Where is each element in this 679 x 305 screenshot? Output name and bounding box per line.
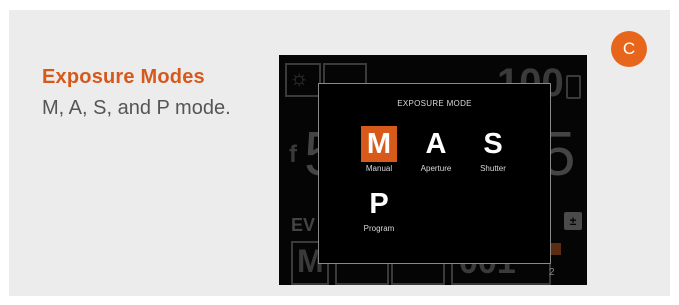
hud-ev-label: EV [291,215,316,235]
mode-letter: S [483,128,503,160]
mode-letter: P [369,188,389,220]
mode-option-aperture[interactable]: A Aperture [407,126,465,173]
info-card: C Exposure Modes M, A, S, and P mode. ☼ … [9,10,670,296]
camera-screen: ☼ 100 f 5 5 0 ± EV M 001 2 EXPOSURE MODE… [279,55,587,285]
hud-aperture-prefix: f [289,141,297,168]
mode-option-manual[interactable]: M Manual [350,126,408,173]
step-badge: C [611,31,647,67]
mode-option-program[interactable]: P Program [350,186,408,233]
section-subtitle: M, A, S, and P mode. [42,97,231,119]
exposure-compensation-icon: ± [564,212,582,230]
brightness-icon: ☼ [289,65,310,90]
dialog-title: EXPOSURE MODE [397,99,472,108]
battery-icon [566,75,581,99]
mode-label: Shutter [480,164,506,173]
mode-label: Manual [365,164,393,173]
mode-letter: A [425,128,447,160]
mode-label: Program [363,224,395,233]
hud-small-index: 2 [549,267,555,278]
exposure-mode-dialog: EXPOSURE MODE M Manual A Aperture S Shut… [318,83,551,264]
section-title: Exposure Modes [42,66,205,88]
mode-label: Aperture [420,164,452,173]
mode-option-shutter[interactable]: S Shutter [464,126,522,173]
mode-letter: M [361,126,397,162]
hud-orange-marker [551,243,561,255]
